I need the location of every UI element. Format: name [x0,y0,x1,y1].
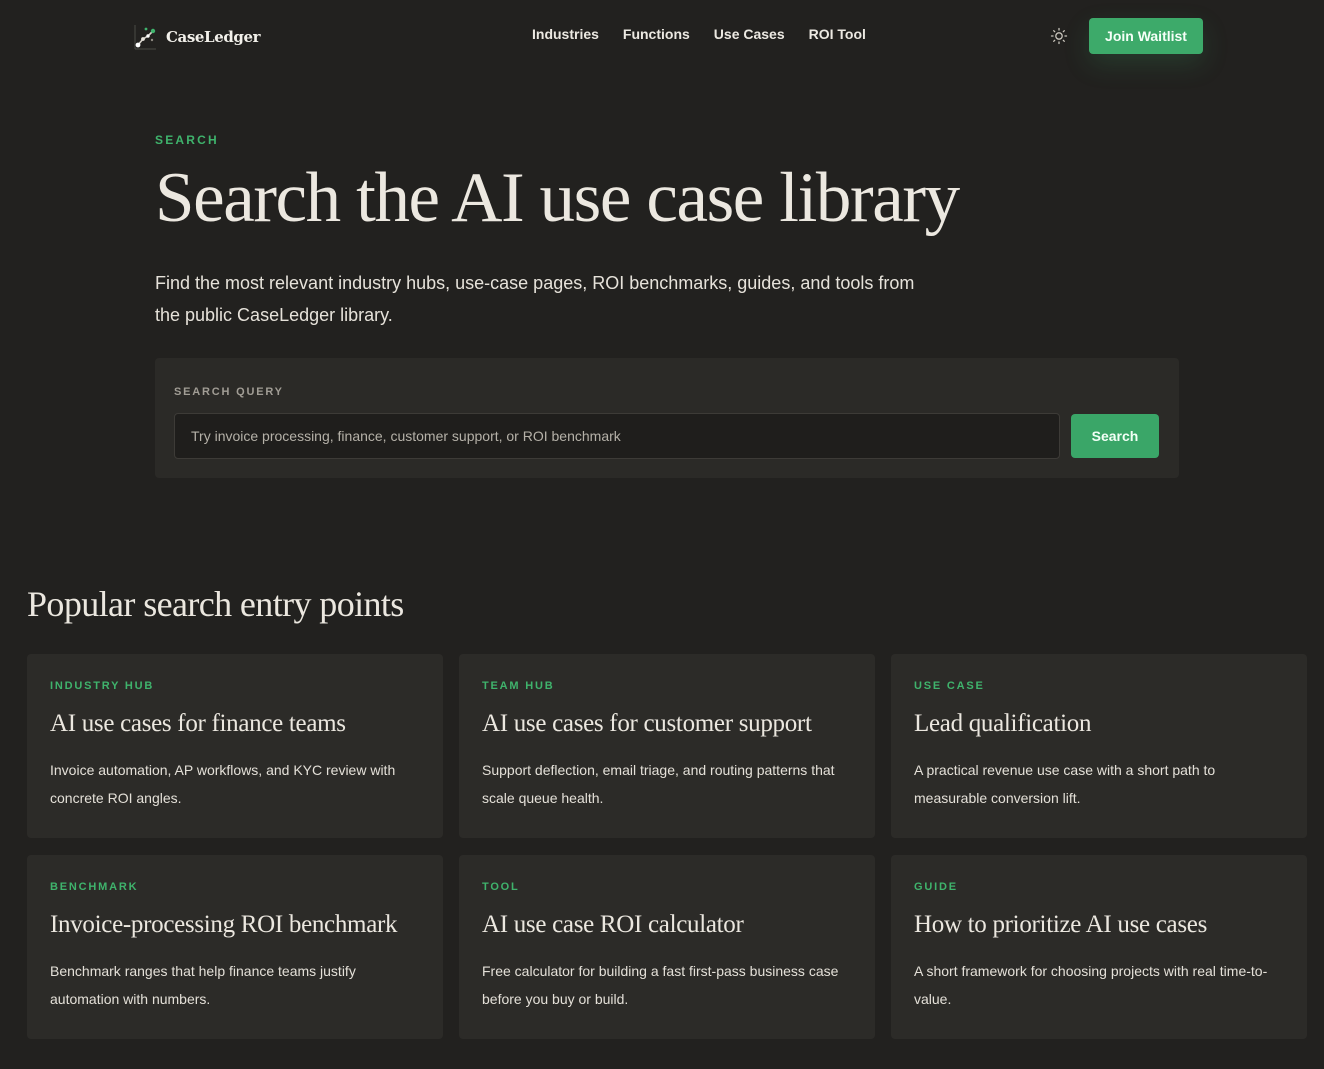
card-finance-teams[interactable]: INDUSTRY HUB AI use cases for finance te… [27,654,443,838]
brand-logo[interactable]: CaseLedger [132,22,261,52]
nav-link-roi-tool[interactable]: ROI Tool [809,26,866,42]
nav-link-use-cases[interactable]: Use Cases [714,26,785,42]
hero-eyebrow: SEARCH [155,133,219,147]
card-prioritize-guide[interactable]: GUIDE How to prioritize AI use cases A s… [891,855,1307,1039]
card-title: Invoice-processing ROI benchmark [50,911,398,938]
sun-icon [1050,27,1068,45]
search-query-label: SEARCH QUERY [174,386,284,398]
popular-entry-cards: INDUSTRY HUB AI use cases for finance te… [27,654,1307,1039]
card-description: Benchmark ranges that help finance teams… [50,963,356,1007]
logo-icon [134,25,156,50]
card-title: Lead qualification [914,710,1092,737]
site-header: CaseLedger Industries Functions Use Case… [0,0,1324,72]
card-title: How to prioritize AI use cases [914,911,1208,938]
card-type-label: INDUSTRY HUB [50,680,155,692]
join-waitlist-button[interactable]: Join Waitlist [1089,18,1203,54]
card-description: Support deflection, email triage, and ro… [482,762,835,806]
card-type-label: USE CASE [914,680,985,692]
theme-toggle-button[interactable] [1048,25,1070,47]
card-lead-qualification[interactable]: USE CASE Lead qualification A practical … [891,654,1307,838]
card-type-label: BENCHMARK [50,881,139,893]
card-description: Invoice automation, AP workflows, and KY… [50,762,396,806]
nav-link-industries[interactable]: Industries [532,26,599,42]
card-description: Free calculator for building a fast firs… [482,963,839,1007]
card-type-label: GUIDE [914,881,958,893]
card-invoice-benchmark[interactable]: BENCHMARK Invoice-processing ROI benchma… [27,855,443,1039]
card-type-label: TEAM HUB [482,680,555,692]
hero-description: Find the most relevant industry hubs, us… [155,273,915,325]
card-title: AI use cases for finance teams [50,710,346,737]
card-description: A practical revenue use case with a shor… [914,762,1216,806]
card-description: A short framework for choosing projects … [914,963,1268,1007]
card-roi-calculator[interactable]: TOOL AI use case ROI calculator Free cal… [459,855,875,1039]
popular-section-title: Popular search entry points [27,584,404,624]
nav-link-functions[interactable]: Functions [623,26,690,42]
card-title: AI use cases for customer support [482,710,812,737]
search-input[interactable] [174,413,1060,459]
search-button[interactable]: Search [1071,414,1159,458]
page-title: Search the AI use case library [155,159,960,237]
main-nav: Industries Functions Use Cases ROI Tool [532,26,890,42]
hero-section: SEARCH Search the AI use case library Fi… [155,133,1179,331]
search-panel: SEARCH QUERY Search [155,358,1179,478]
brand-name: CaseLedger [166,28,261,46]
card-type-label: TOOL [482,881,520,893]
card-title: AI use case ROI calculator [482,911,744,938]
card-customer-support[interactable]: TEAM HUB AI use cases for customer suppo… [459,654,875,838]
